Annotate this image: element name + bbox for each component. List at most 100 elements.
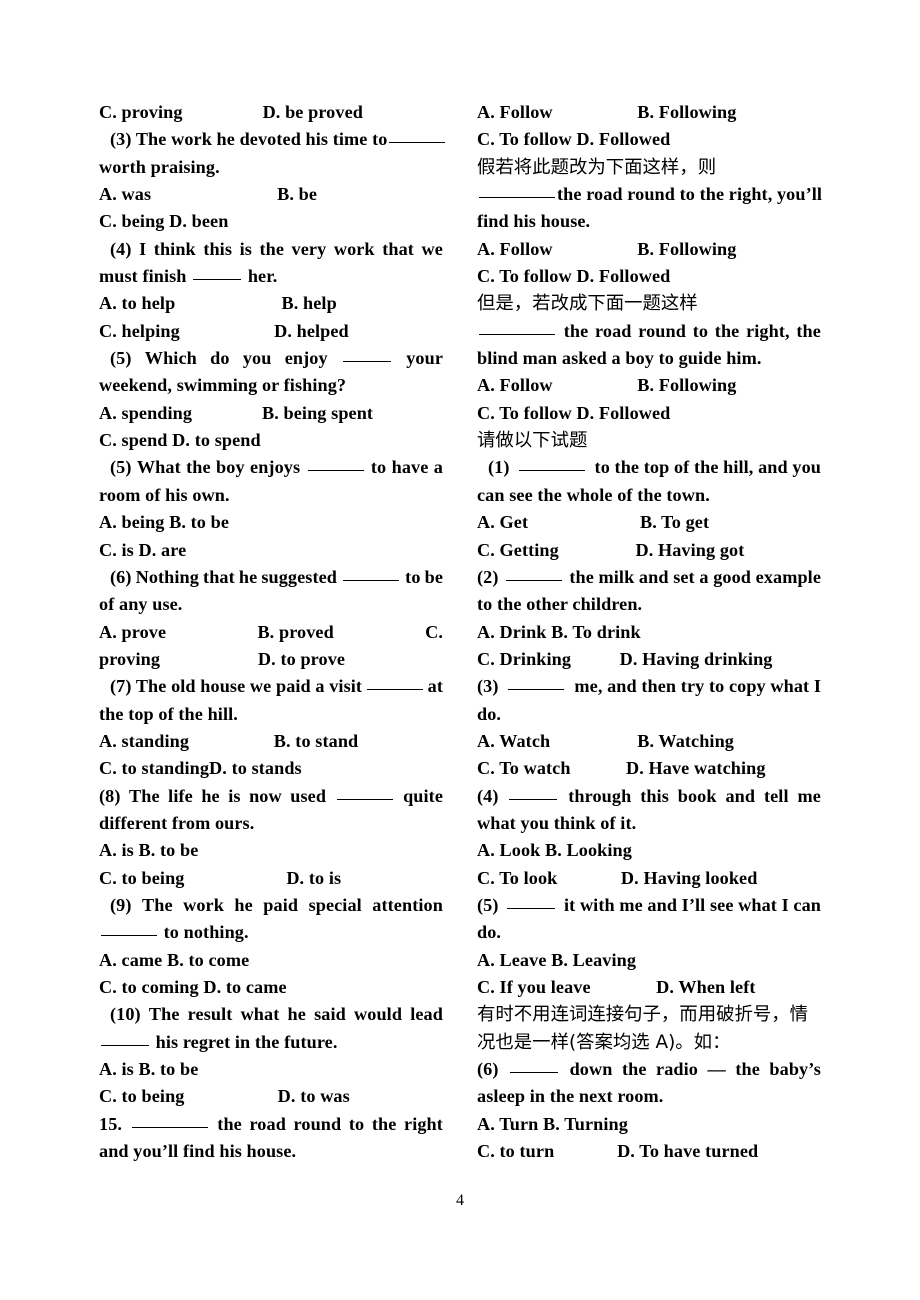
answer-blank: [519, 456, 586, 472]
line-segment: C. helping: [99, 320, 180, 341]
exercise-line: A. Leave B. Leaving: [477, 949, 637, 970]
line-segment: [508, 1056, 560, 1083]
line-segment: (8): [99, 785, 121, 806]
line-segment: [341, 345, 393, 372]
exercise-line: (10) The result what he said would lead: [99, 1001, 443, 1028]
line-segment: proving: [99, 648, 161, 669]
line-segment: B. To get: [639, 512, 710, 533]
line-segment: attention: [372, 894, 443, 915]
line-segment: B. Following: [637, 238, 737, 259]
line-segment: A. Follow: [477, 102, 553, 122]
line-segment: [505, 892, 557, 919]
exercise-line: C. To watch D. Have watching: [477, 755, 821, 782]
exercise-line: A. Follow B. Following: [477, 236, 821, 263]
line-segment: life: [168, 785, 193, 806]
exercise-line: the road round to the right, the: [477, 318, 821, 345]
line-segment: [477, 181, 557, 208]
line-segment: enjoy: [284, 348, 328, 369]
exercise-line: A. being B. to be: [99, 512, 230, 533]
exercise-line: A. was B. be: [99, 181, 443, 208]
line-segment: [306, 454, 366, 481]
line-segment: A. Watch: [477, 730, 551, 751]
exercise-line: A. is B. to be: [99, 840, 199, 861]
exercise-line: to nothing.: [99, 919, 443, 946]
line-segment: [504, 564, 564, 591]
line-segment: road: [595, 320, 632, 341]
exercise-line: (6) Nothing that he suggested to be: [99, 564, 443, 591]
exercise-line: C. proving D. be proved: [99, 99, 443, 126]
exercise-line: 15. the road round to the right: [99, 1111, 443, 1138]
line-segment: (5): [110, 457, 132, 478]
line-segment: this: [640, 785, 669, 806]
answer-blank: [307, 456, 364, 472]
exercise-line: (4) Ithink this is the very work that we: [99, 236, 443, 263]
line-segment: [507, 783, 559, 810]
line-segment: he: [234, 894, 253, 915]
line-segment: to: [348, 1113, 365, 1134]
line-segment: (6): [110, 566, 132, 587]
line-segment: lead: [410, 1004, 443, 1025]
exercise-line: (1) to the top of the hill, and you: [477, 454, 821, 481]
line-segment: result: [187, 1004, 233, 1025]
line-segment: (4): [110, 238, 132, 259]
line-segment: very: [291, 238, 327, 259]
line-segment: B. being spent: [262, 402, 374, 423]
line-segment: (3): [477, 676, 499, 697]
exercise-line: of any use.: [99, 594, 183, 615]
line-segment: C.: [425, 621, 443, 642]
line-segment: The: [142, 894, 173, 915]
exercise-line: A. Get B. To get: [477, 509, 821, 536]
line-segment: D. Having drinking: [619, 648, 773, 669]
exercise-line: C. being D. been: [99, 211, 229, 232]
line-segment: do: [210, 348, 230, 369]
line-segment: C. to turn: [477, 1141, 555, 1162]
line-segment: used: [290, 785, 327, 806]
exercise-line: A. standing B. to stand: [99, 728, 443, 755]
answer-blank: [101, 1030, 149, 1046]
exercise-line: C. to being D. to is: [99, 865, 443, 892]
line-segment: what: [240, 1004, 280, 1025]
exercise-line: A. spending B. being spent: [99, 400, 443, 427]
exercise-line: his regret in the future.: [99, 1029, 443, 1056]
exercise-line: C. to coming D. to came: [99, 977, 287, 997]
exercise-line: A. prove B. proved C.: [99, 619, 443, 646]
line-segment: (6): [477, 1059, 499, 1080]
exercise-line: C. helping D. helped: [99, 318, 443, 345]
right-text-column: A. Follow B. Following C. To follow D. Fol…: [477, 99, 822, 1174]
line-segment: The: [129, 785, 160, 806]
exercise-line: (2) the milk and set a good example: [477, 564, 821, 591]
line-segment: B. Following: [637, 102, 737, 122]
chinese-note-line: 但是，若改成下面一题这样: [477, 293, 698, 315]
line-segment: [387, 126, 447, 153]
exercise-line: the road round to the right, you’ll: [477, 181, 822, 208]
line-segment: C. Getting: [477, 539, 559, 560]
exercise-line: what you think of it.: [477, 812, 637, 833]
line-segment: at: [427, 676, 443, 697]
line-segment: (5): [477, 894, 499, 915]
line-segment: the: [217, 1113, 242, 1134]
exercise-line: A. Turn B. Turning: [477, 1113, 628, 1134]
exercise-line: A. came B. to come: [99, 949, 250, 970]
line-segment: the: [714, 320, 740, 341]
exercise-line: C. Drinking D. Having drinking: [477, 646, 821, 673]
line-segment: A. Follow: [477, 238, 553, 259]
line-segment: to: [692, 320, 709, 341]
line-segment: is: [228, 785, 241, 806]
line-segment: a: [433, 457, 443, 478]
line-segment: round: [638, 320, 686, 341]
line-segment: the: [259, 238, 284, 259]
line-segment: D. When left: [656, 977, 756, 997]
answer-blank: [509, 784, 558, 800]
exercise-line: find his house.: [477, 211, 591, 232]
line-segment: D. to prove: [257, 648, 346, 669]
exercise-line: (5) What the boy enjoys to have a: [99, 454, 443, 481]
line-segment: [517, 454, 587, 481]
chinese-note-line: 有时不用连词连接句子，而用破折号，情: [477, 1004, 809, 1026]
exercise-line: can see the whole of the town.: [477, 484, 710, 505]
line-segment: C. proving: [99, 102, 183, 122]
line-segment: B. help: [281, 293, 337, 314]
line-segment: me: [797, 785, 821, 806]
chinese-note-line: 假若将此题改为下面这样，则: [477, 156, 717, 178]
exercise-line: do.: [477, 703, 502, 724]
chinese-note-line: 请做以下试题: [477, 430, 588, 452]
